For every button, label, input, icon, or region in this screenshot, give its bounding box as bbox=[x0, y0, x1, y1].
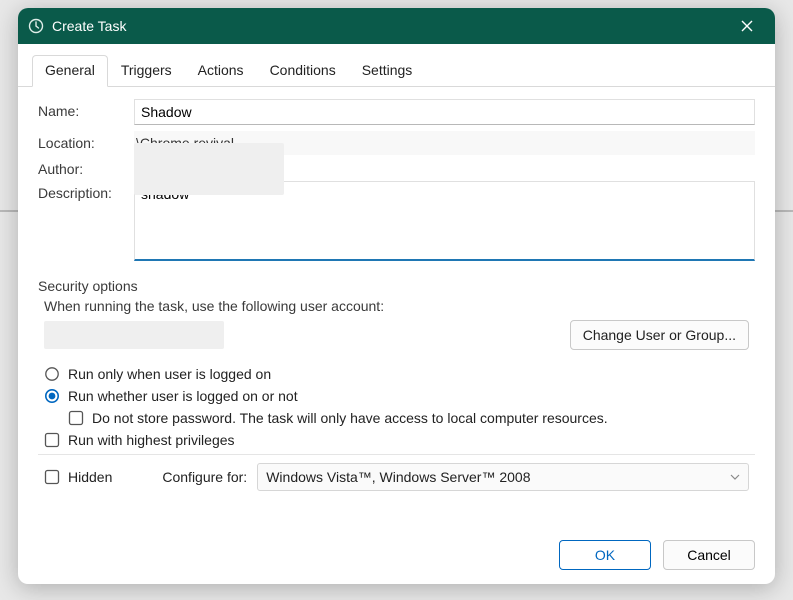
description-label: Description: bbox=[38, 181, 134, 201]
radio-run-whether-label: Run whether user is logged on or not bbox=[68, 388, 298, 404]
close-icon bbox=[741, 20, 753, 32]
change-user-button[interactable]: Change User or Group... bbox=[570, 320, 749, 350]
checkbox-icon bbox=[44, 432, 60, 448]
configure-for-dropdown[interactable]: Windows Vista™, Windows Server™ 2008 bbox=[257, 463, 749, 491]
cancel-button[interactable]: Cancel bbox=[663, 540, 755, 570]
configure-for-value: Windows Vista™, Windows Server™ 2008 bbox=[266, 469, 530, 485]
dialog-footer: OK Cancel bbox=[18, 528, 775, 584]
radio-selected-icon bbox=[44, 388, 60, 404]
window-title: Create Task bbox=[52, 18, 727, 34]
security-options-heading: Security options bbox=[38, 278, 755, 294]
name-label: Name: bbox=[38, 99, 134, 119]
general-panel: Name: Location: \Chrome revival Author: … bbox=[18, 87, 775, 528]
clock-icon bbox=[28, 18, 44, 34]
tab-settings[interactable]: Settings bbox=[349, 55, 426, 87]
checkbox-do-not-store[interactable]: Do not store password. The task will onl… bbox=[68, 410, 749, 426]
tab-strip: General Triggers Actions Conditions Sett… bbox=[18, 44, 775, 87]
radio-run-logged-on[interactable]: Run only when user is logged on bbox=[44, 366, 749, 382]
radio-run-logged-on-label: Run only when user is logged on bbox=[68, 366, 271, 382]
tab-actions[interactable]: Actions bbox=[185, 55, 257, 87]
chevron-down-icon bbox=[730, 469, 740, 485]
configure-for-label: Configure for: bbox=[162, 469, 247, 485]
tab-triggers[interactable]: Triggers bbox=[108, 55, 185, 87]
tab-conditions[interactable]: Conditions bbox=[257, 55, 349, 87]
when-running-label: When running the task, use the following… bbox=[44, 298, 755, 314]
checkbox-highest-priv[interactable]: Run with highest privileges bbox=[44, 432, 749, 448]
create-task-window: Create Task General Triggers Actions Con… bbox=[18, 8, 775, 584]
user-account-value-redacted bbox=[44, 321, 224, 349]
name-input[interactable] bbox=[134, 99, 755, 125]
ok-button[interactable]: OK bbox=[559, 540, 651, 570]
checkbox-hidden-label: Hidden bbox=[68, 469, 112, 485]
checkbox-do-not-store-label: Do not store password. The task will onl… bbox=[92, 410, 608, 426]
tab-general[interactable]: General bbox=[32, 55, 108, 87]
checkbox-hidden[interactable]: Hidden bbox=[44, 469, 112, 485]
location-label: Location: bbox=[38, 131, 134, 151]
radio-run-whether[interactable]: Run whether user is logged on or not bbox=[44, 388, 749, 404]
checkbox-highest-priv-label: Run with highest privileges bbox=[68, 432, 235, 448]
checkbox-icon bbox=[68, 410, 84, 426]
author-label: Author: bbox=[38, 157, 134, 177]
author-value-redacted bbox=[134, 143, 284, 195]
titlebar: Create Task bbox=[18, 8, 775, 44]
close-button[interactable] bbox=[727, 12, 767, 40]
checkbox-icon bbox=[44, 469, 60, 485]
radio-icon bbox=[44, 366, 60, 382]
